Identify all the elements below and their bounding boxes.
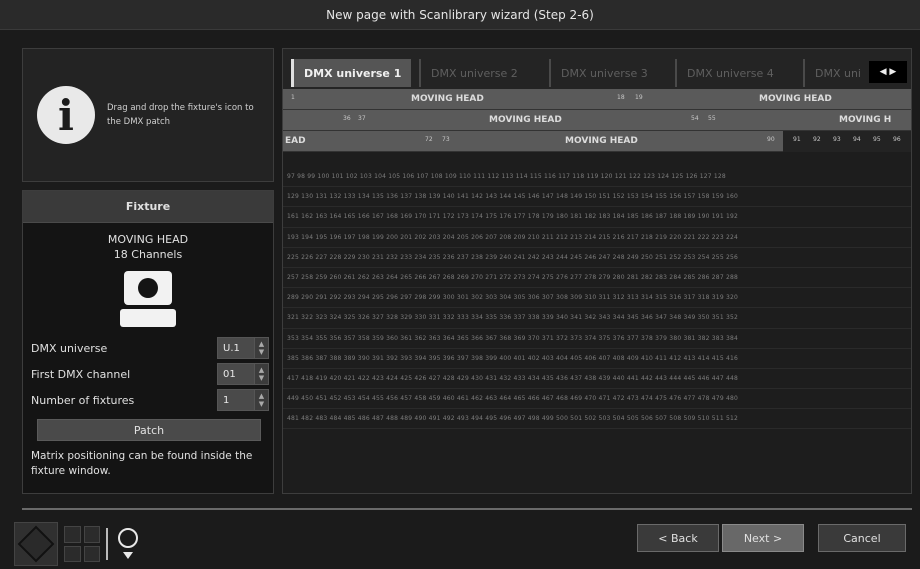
- channel-number: 36: [343, 115, 351, 122]
- tab-dmx-universe-2[interactable]: DMX universe 2: [419, 59, 543, 87]
- fixture-name: MOVING HEAD: [107, 233, 189, 246]
- dmx-universe-field[interactable]: U.1: [217, 337, 255, 359]
- first-dmx-channel-field[interactable]: 01: [217, 363, 255, 385]
- tab-dmx-universe-4[interactable]: DMX universe 4: [675, 59, 795, 87]
- channel-row[interactable]: 97 98 99 100 101 102 103 104 105 106 107…: [283, 167, 911, 188]
- patch-row[interactable]: 36 37 MOVING HEAD 54 55 MOVING H: [283, 110, 911, 131]
- number-of-fixtures-field[interactable]: 1: [217, 389, 255, 411]
- channel-row[interactable]: 417 418 419 420 421 422 423 424 425 426 …: [283, 369, 911, 390]
- channel-number: 37: [358, 115, 366, 122]
- fixture-label: MOVING HEAD: [565, 136, 638, 146]
- toolbar-divider: [106, 528, 108, 560]
- grid-icon[interactable]: [64, 526, 100, 562]
- fixture-panel-header: Fixture: [23, 191, 273, 223]
- patch-button[interactable]: Patch: [37, 419, 261, 441]
- moving-head-fixture-icon[interactable]: [120, 271, 176, 329]
- info-text: Drag and drop the fixture's icon to the …: [107, 103, 254, 127]
- channel-number: 73: [442, 136, 450, 143]
- tab-dmx-universe-1[interactable]: DMX universe 1: [291, 59, 411, 87]
- channel-row[interactable]: 353 354 355 356 357 358 359 360 361 362 …: [283, 329, 911, 349]
- dmx-universe-label: DMX universe: [31, 341, 108, 355]
- dmx-patch-area[interactable]: DMX universe 1 DMX universe 2 DMX univer…: [282, 48, 912, 494]
- tab-scroll-arrows[interactable]: ◀ ▶: [869, 61, 907, 83]
- fixture-channel-count: 18 Channels: [113, 248, 183, 261]
- info-panel: i Drag and drop the fixture's icon to th…: [22, 48, 274, 182]
- channel-row[interactable]: 129 130 131 132 133 134 135 136 137 138 …: [283, 187, 911, 208]
- channel-row[interactable]: 193 194 195 196 197 198 199 200 201 202 …: [283, 228, 911, 248]
- cube-icon[interactable]: [14, 522, 58, 566]
- channel-number: 90: [767, 136, 775, 143]
- first-dmx-channel-row: First DMX channel 01 ▲ ▼: [31, 363, 269, 385]
- footer-divider: [22, 508, 912, 510]
- fixture-panel: Fixture MOVING HEAD 18 Channels DMX univ…: [22, 190, 274, 494]
- number-of-fixtures-spinner[interactable]: ▲ ▼: [255, 389, 269, 411]
- fixture-label: MOVING H: [839, 115, 892, 125]
- universe-tab-strip: DMX universe 1 DMX universe 2 DMX univer…: [283, 49, 911, 89]
- channel-row[interactable]: 385 386 387 388 389 390 391 392 393 394 …: [283, 349, 911, 369]
- channel-number: 96: [893, 136, 901, 143]
- cancel-button[interactable]: Cancel: [818, 524, 906, 552]
- channel-row[interactable]: 449 450 451 452 453 454 455 456 457 458 …: [283, 389, 911, 410]
- fixture-label: MOVING HEAD: [759, 94, 832, 104]
- channel-number: 94: [853, 136, 861, 143]
- patch-row[interactable]: 1 MOVING HEAD 18 19 MOVING HEAD: [283, 89, 911, 110]
- channel-number: 95: [873, 136, 881, 143]
- channel-number: 92: [813, 136, 821, 143]
- channel-row[interactable]: 321 322 323 324 325 326 327 328 329 330 …: [283, 308, 911, 329]
- channel-number: 93: [833, 136, 841, 143]
- channel-row[interactable]: 481 482 483 484 485 486 487 488 489 490 …: [283, 409, 911, 430]
- dmx-universe-spinner[interactable]: ▲ ▼: [255, 337, 269, 359]
- channel-row[interactable]: 289 290 291 292 293 294 295 296 297 298 …: [283, 288, 911, 309]
- dmx-channel-grid[interactable]: 97 98 99 100 101 102 103 104 105 106 107…: [283, 167, 911, 430]
- lightbulb-icon[interactable]: [116, 528, 140, 562]
- patched-fixture-rows: 1 MOVING HEAD 18 19 MOVING HEAD 36 37 MO…: [283, 89, 911, 152]
- first-dmx-channel-label: First DMX channel: [31, 367, 131, 381]
- channel-number: 55: [708, 115, 716, 122]
- tab-dmx-universe-5[interactable]: DMX uni: [803, 59, 867, 87]
- patch-row[interactable]: EAD 72 73 MOVING HEAD 90 91 92 93 94 95 …: [283, 131, 911, 152]
- fixture-label: MOVING HEAD: [411, 94, 484, 104]
- fixture-label: MOVING HEAD: [489, 115, 562, 125]
- channel-number: 91: [793, 136, 801, 143]
- channel-number: 19: [635, 94, 643, 101]
- channel-number: 72: [425, 136, 433, 143]
- channel-row[interactable]: 257 258 259 260 261 262 263 264 265 266 …: [283, 268, 911, 289]
- channel-row[interactable]: 161 162 163 164 165 166 167 168 169 170 …: [283, 207, 911, 228]
- info-icon: i: [37, 86, 95, 144]
- channel-number: 18: [617, 94, 625, 101]
- bottom-toolbar: [14, 522, 144, 566]
- channel-number: 54: [691, 115, 699, 122]
- channel-number: 1: [291, 94, 295, 101]
- matrix-note: Matrix positioning can be found inside t…: [31, 450, 253, 477]
- first-dmx-channel-spinner[interactable]: ▲ ▼: [255, 363, 269, 385]
- number-of-fixtures-row: Number of fixtures 1 ▲ ▼: [31, 389, 269, 411]
- number-of-fixtures-label: Number of fixtures: [31, 393, 135, 407]
- next-button[interactable]: Next >: [722, 524, 804, 552]
- dmx-universe-row: DMX universe U.1 ▲ ▼: [31, 337, 269, 359]
- tab-dmx-universe-3[interactable]: DMX universe 3: [549, 59, 667, 87]
- back-button[interactable]: < Back: [637, 524, 719, 552]
- channel-row[interactable]: 225 226 227 228 229 230 231 232 233 234 …: [283, 248, 911, 268]
- window-title-bar: New page with Scanlibrary wizard (Step 2…: [0, 0, 920, 30]
- window-title: New page with Scanlibrary wizard (Step 2…: [326, 7, 594, 22]
- fixture-label: EAD: [285, 136, 306, 146]
